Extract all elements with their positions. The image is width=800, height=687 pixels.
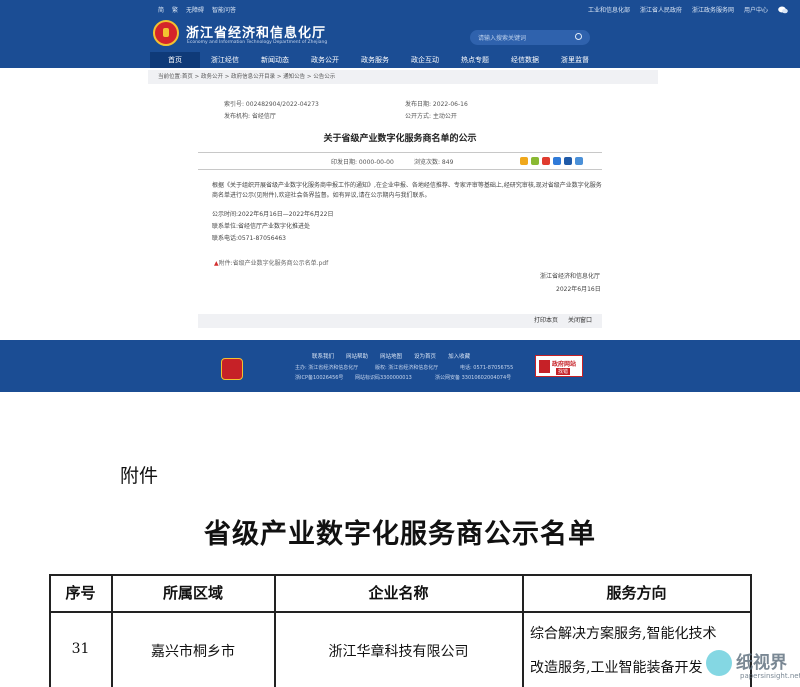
top-link-qa[interactable]: 智能问答	[212, 5, 236, 14]
nav-item-gov-service[interactable]: 政务服务	[350, 52, 400, 68]
table-cell-company: 浙江华章科技有限公司	[328, 644, 469, 660]
meta-index: 索引号: 002482904/2022-04273	[224, 101, 319, 108]
footer-police[interactable]: 浙公网安备 33010602004074号	[435, 374, 511, 381]
signature: 浙江省经济和信息化厅	[540, 273, 601, 280]
site-subtitle: Economy and Information Technology Depar…	[187, 40, 328, 45]
publicity-period: 公示时间:2022年6月16日—2022年6月22日	[212, 211, 334, 218]
contact-unit: 联系单位:省经信厅产业数字化推进处	[212, 223, 311, 230]
link-user-center[interactable]: 用户中心	[744, 5, 768, 14]
attachment-link-text: 附件:省级产业数字化服务商公示名单.pdf	[218, 260, 329, 267]
meta-date: 发布日期: 2022-06-16	[405, 101, 468, 108]
watermark-sub: papersinsight.net	[740, 672, 800, 680]
top-right-links: 工业和信息化部 浙江省人民政府 浙江政务服务网 用户中心	[588, 5, 788, 14]
title-divider	[198, 152, 602, 153]
share-icons	[520, 157, 583, 165]
breadcrumb-text[interactable]: 当前位置:首页 > 政务公开 > 政府信息公开目录 > 通知公告 > 公告公示	[158, 74, 335, 80]
link-zj-service[interactable]: 浙江政务服务网	[692, 5, 734, 14]
footer-link-homepage[interactable]: 设为首页	[414, 352, 436, 360]
top-link-simplified[interactable]: 简	[158, 5, 164, 14]
national-emblem-logo	[153, 20, 179, 46]
footer-host: 主办: 浙江省经济和信息化厅	[295, 365, 359, 371]
footer-emblem-logo	[221, 358, 243, 380]
nav-item-zhejiang-jingxin[interactable]: 浙江经信	[200, 52, 250, 68]
share-qzone-icon[interactable]	[520, 157, 528, 165]
footer-link-sitemap[interactable]: 网站地图	[380, 352, 402, 360]
attachment-link[interactable]: ▲附件:省级产业数字化服务商公示名单.pdf	[214, 258, 328, 267]
footer-link-favorite[interactable]: 加入收藏	[448, 352, 470, 360]
page-screenshot: 简 繁 无障碍 智能问答 工业和信息化部 浙江省人民政府 浙江政务服务网 用户中…	[0, 0, 800, 687]
main-nav: 首页 浙江经信 新闻动态 政务公开 政务服务 政企互动 热点专题 经信数据 浙里…	[0, 52, 800, 68]
search-input[interactable]: 请输入搜索关键词	[470, 30, 590, 45]
top-links: 简 繁 无障碍 智能问答	[158, 5, 236, 14]
nav-item-news[interactable]: 新闻动态	[250, 52, 300, 68]
top-link-traditional[interactable]: 繁	[172, 5, 178, 14]
nav-item-supervision[interactable]: 浙里监督	[550, 52, 600, 68]
table-cell-direction-line1: 综合解决方案服务,智能化技术	[530, 626, 717, 642]
footer-link-contact[interactable]: 联系我们	[312, 352, 334, 360]
close-window-button[interactable]: 关闭窗口	[568, 314, 592, 328]
table-cell-direction-line2: 改造服务,工业智能装备开发	[530, 660, 703, 676]
footer-copyright: 版权: 浙江省经济和信息化厅	[375, 365, 439, 371]
footer-links: 联系我们 网站帮助 网站地图 设为首页 加入收藏	[312, 352, 470, 360]
share-weibo-icon[interactable]	[542, 157, 550, 165]
nav-item-topics[interactable]: 热点专题	[450, 52, 500, 68]
footer-icp[interactable]: 浙ICP备10026456号	[295, 374, 343, 381]
print-date: 印发日期: 0000-00-00	[331, 159, 394, 166]
watermark: 纸视界 papersinsight.net	[700, 646, 800, 687]
meta-issuer: 发布机构: 省经信厅	[224, 113, 276, 120]
document-body: 根据《关于组织开展省级产业数字化服务商申报工作的通知》,在企业申报、各地经信推荐…	[212, 182, 602, 199]
attachment-label: 附件	[120, 465, 159, 487]
search-icon[interactable]	[575, 33, 582, 40]
table-header-region: 所属区域	[162, 584, 223, 602]
gov-badge-mark	[539, 360, 550, 373]
link-miit[interactable]: 工业和信息化部	[588, 5, 630, 14]
table-header-divider	[49, 611, 751, 613]
table-header-no: 序号	[65, 584, 96, 602]
nav-item-gov-open[interactable]: 政务公开	[300, 52, 350, 68]
gov-badge-title: 政府网站	[552, 361, 577, 368]
gov-badge-sub: 找错	[556, 368, 571, 375]
gov-site-error-badge[interactable]: 政府网站 找错	[535, 355, 583, 377]
top-link-accessibility[interactable]: 无障碍	[186, 5, 204, 14]
breadcrumb: 当前位置:首页 > 政务公开 > 政府信息公开目录 > 通知公告 > 公告公示	[148, 70, 658, 84]
footer-tel: 电话: 0571-87056755	[460, 365, 514, 371]
watermark-logo-icon	[706, 650, 732, 676]
view-count: 浏览次数: 849	[414, 159, 454, 166]
site-title[interactable]: 浙江省经济和信息化厅	[186, 22, 326, 41]
search-placeholder: 请输入搜索关键词	[478, 35, 527, 42]
contact-phone: 联系电话:0571-87056463	[212, 235, 286, 242]
nav-item-interaction[interactable]: 政企互动	[400, 52, 450, 68]
table-header-company: 企业名称	[368, 584, 429, 602]
attachment-title: 省级产业数字化服务商公示名单	[204, 519, 596, 550]
wechat-icon[interactable]	[778, 6, 788, 14]
footer-link-help[interactable]: 网站帮助	[346, 352, 368, 360]
document-actions: 打印本页 关闭窗口	[198, 314, 602, 328]
document-title: 关于省级产业数字化服务商名单的公示	[323, 134, 477, 144]
nav-item-data[interactable]: 经信数据	[500, 52, 550, 68]
table-cell-no: 31	[71, 641, 90, 657]
footer-site-code: 网站标识码3300000013	[355, 375, 412, 381]
meta-divider	[198, 169, 602, 170]
share-more-icon[interactable]	[575, 157, 583, 165]
share-wechat-icon[interactable]	[531, 157, 539, 165]
table-header-direction: 服务方向	[606, 584, 667, 602]
signature-date: 2022年6月16日	[556, 286, 601, 293]
nav-item-home[interactable]: 首页	[150, 52, 200, 68]
watermark-text: 纸视界	[736, 653, 787, 673]
link-zj-gov[interactable]: 浙江省人民政府	[640, 5, 682, 14]
print-button[interactable]: 打印本页	[534, 314, 558, 328]
meta-open-mode: 公开方式: 主动公开	[405, 113, 457, 120]
table-cell-region: 嘉兴市桐乡市	[151, 644, 235, 660]
share-renren-icon[interactable]	[564, 157, 572, 165]
share-douban-icon[interactable]	[553, 157, 561, 165]
